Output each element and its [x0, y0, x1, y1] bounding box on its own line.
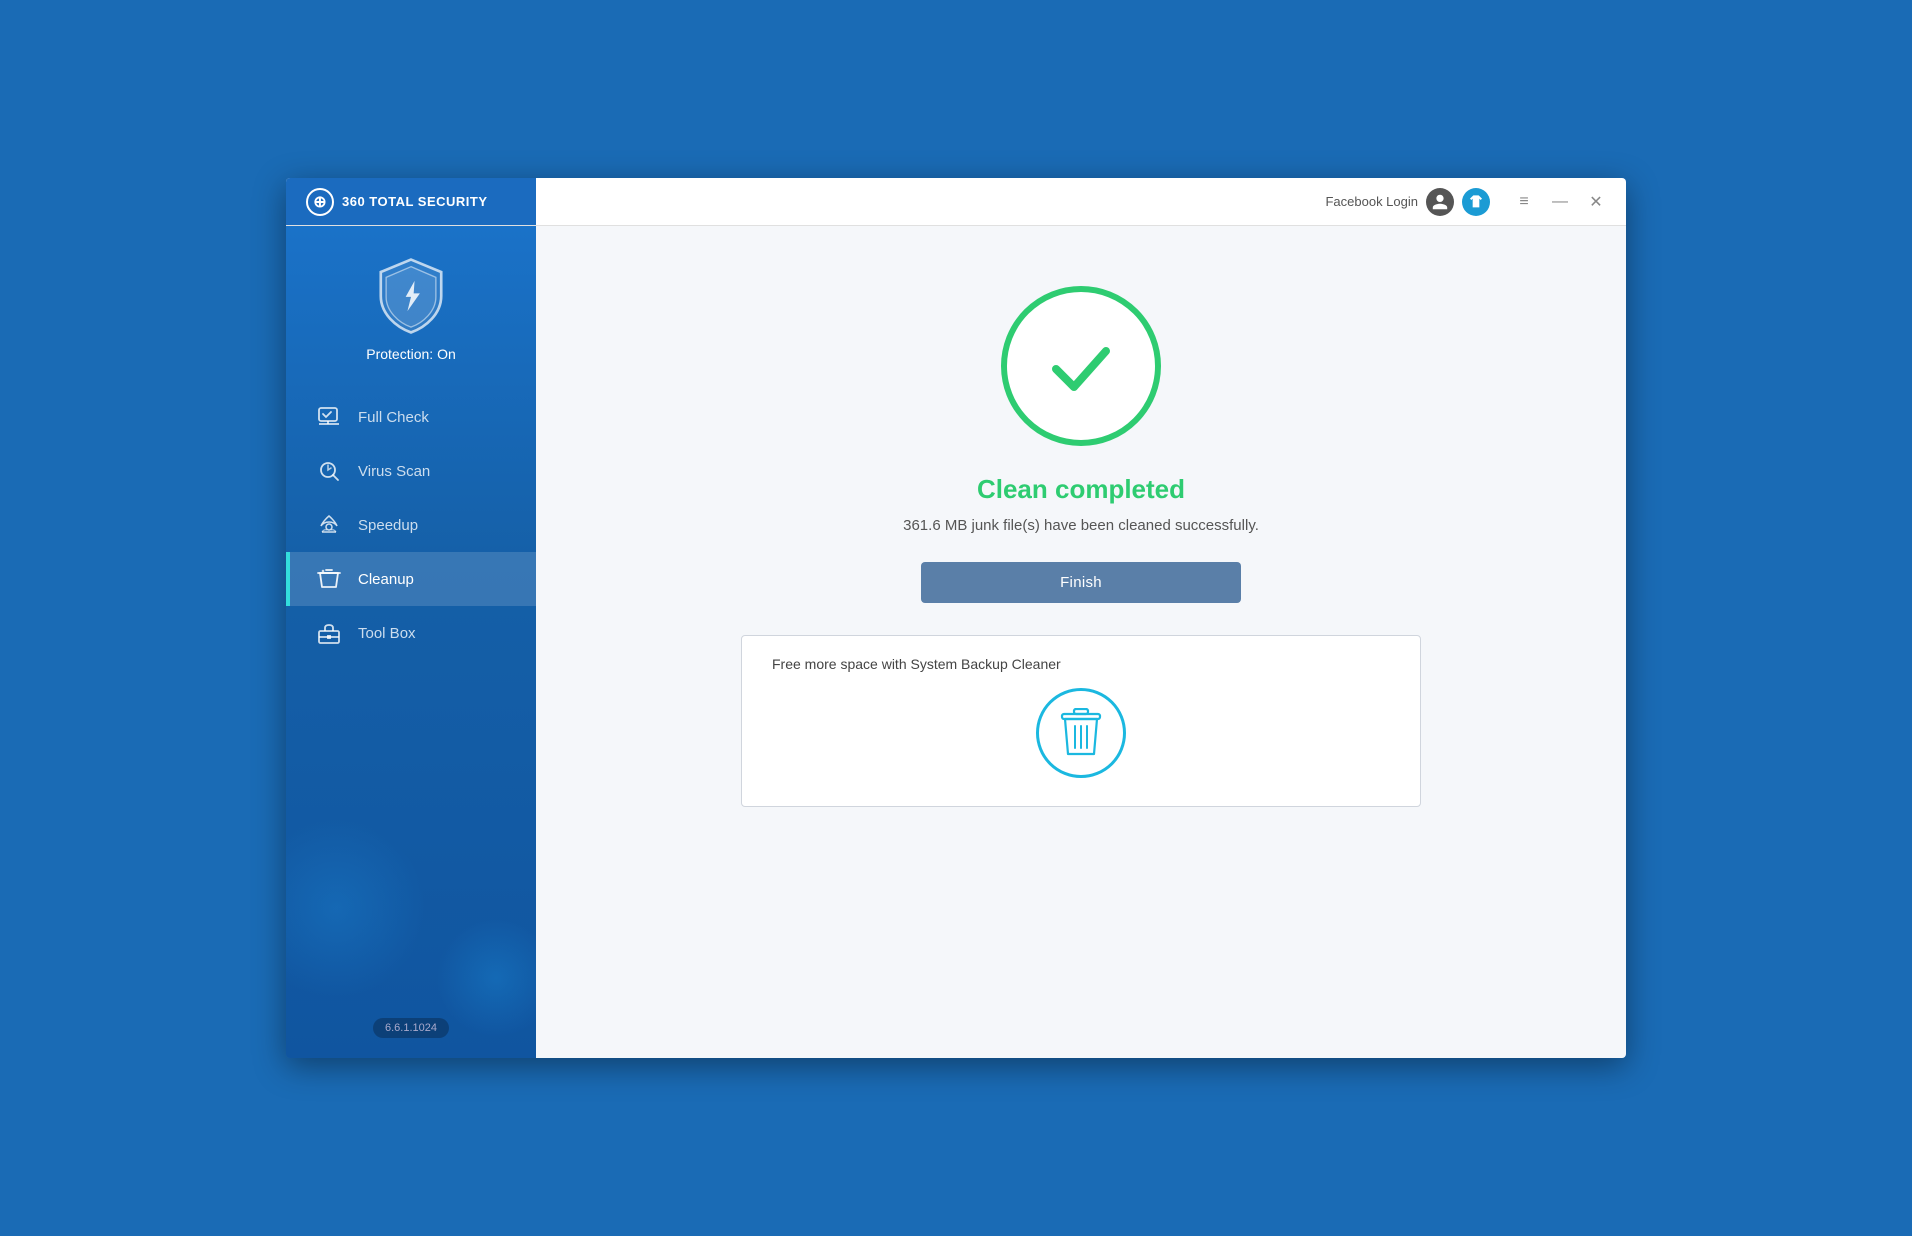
- success-circle: [1001, 286, 1161, 446]
- clean-completed-subtitle: 361.6 MB junk file(s) have been cleaned …: [903, 517, 1259, 534]
- app-logo: ⊕ 360 TOTAL SECURITY: [306, 188, 488, 216]
- promo-title: Free more space with System Backup Clean…: [772, 656, 1061, 672]
- sidebar-item-label: Tool Box: [358, 625, 416, 642]
- shield-icon: [371, 256, 451, 336]
- title-bar: ⊕ 360 TOTAL SECURITY Facebook Login: [286, 178, 1626, 226]
- main-content: Clean completed 361.6 MB junk file(s) ha…: [536, 226, 1626, 1058]
- sidebar-item-label: Cleanup: [358, 571, 414, 588]
- app-window: ⊕ 360 TOTAL SECURITY Facebook Login: [286, 178, 1626, 1058]
- logo-icon: ⊕: [306, 188, 334, 216]
- version-badge: 6.6.1.1024: [373, 1018, 449, 1038]
- title-bar-left: ⊕ 360 TOTAL SECURITY: [286, 178, 536, 225]
- sidebar-item-virus-scan[interactable]: Virus Scan: [286, 444, 536, 498]
- toolbox-icon: [316, 620, 342, 646]
- shield-container: Protection: On: [366, 256, 456, 362]
- clean-completed-title: Clean completed: [977, 474, 1185, 505]
- user-avatar-icon: [1426, 188, 1454, 216]
- promo-box[interactable]: Free more space with System Backup Clean…: [741, 635, 1421, 807]
- virus-scan-icon: [316, 458, 342, 484]
- facebook-login[interactable]: Facebook Login: [1325, 188, 1490, 216]
- sidebar-item-label: Virus Scan: [358, 463, 430, 480]
- facebook-login-label: Facebook Login: [1325, 194, 1418, 209]
- finish-button[interactable]: Finish: [921, 562, 1241, 603]
- trash-icon-container: [772, 688, 1390, 778]
- app-body: Protection: On Full Check: [286, 226, 1626, 1058]
- cleanup-icon: [316, 566, 342, 592]
- sidebar-item-label: Full Check: [358, 409, 429, 426]
- sidebar-item-label: Speedup: [358, 517, 418, 534]
- minimize-button[interactable]: —: [1546, 188, 1574, 216]
- sidebar: Protection: On Full Check: [286, 226, 536, 1058]
- app-title: 360 TOTAL SECURITY: [342, 194, 488, 209]
- title-bar-right: Facebook Login ≡ — ✕: [1325, 188, 1610, 216]
- sidebar-item-tool-box[interactable]: Tool Box: [286, 606, 536, 660]
- sidebar-item-cleanup[interactable]: Cleanup: [286, 552, 536, 606]
- close-button[interactable]: ✕: [1582, 188, 1610, 216]
- sidebar-nav: Full Check Virus Scan: [286, 390, 536, 660]
- window-controls: ≡ — ✕: [1510, 188, 1610, 216]
- shirt-icon: [1462, 188, 1490, 216]
- protection-status: Protection: On: [366, 346, 456, 362]
- menu-button[interactable]: ≡: [1510, 188, 1538, 216]
- trash-circle-icon: [1036, 688, 1126, 778]
- full-check-icon: [316, 404, 342, 430]
- speedup-icon: [316, 512, 342, 538]
- sidebar-item-speedup[interactable]: Speedup: [286, 498, 536, 552]
- sidebar-item-full-check[interactable]: Full Check: [286, 390, 536, 444]
